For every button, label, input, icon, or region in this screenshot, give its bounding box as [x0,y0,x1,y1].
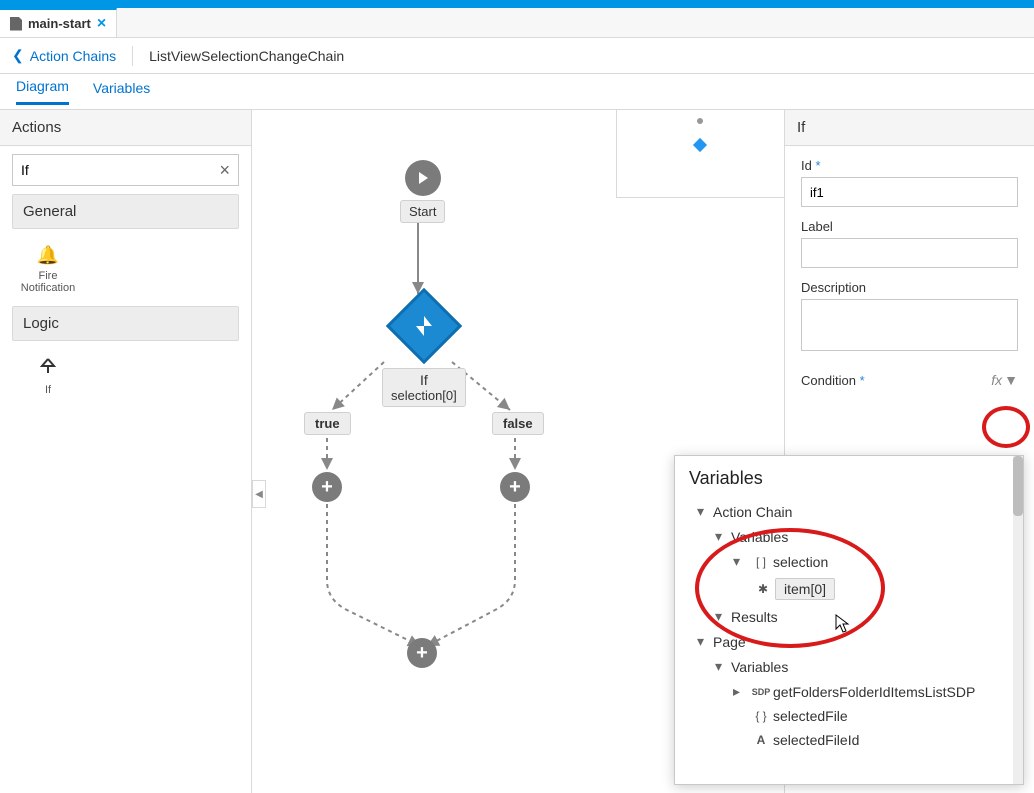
actions-search[interactable]: × [12,154,239,186]
actions-search-input[interactable] [21,162,213,178]
any-icon: ✱ [751,582,775,596]
file-tab-main-start[interactable]: main-start × [0,8,117,37]
scrollbar-track[interactable] [1013,456,1023,784]
tree-variables-ac[interactable]: ▾Variables [683,524,1015,549]
tree-action-chain[interactable]: ▾Action Chain [683,499,1015,524]
fx-icon: fx [991,372,1002,388]
description-input[interactable] [801,299,1018,351]
fx-button[interactable]: fx ▼ [991,372,1018,388]
tree-variables-page[interactable]: ▾Variables [683,654,1015,679]
array-icon: [ ] [749,555,773,569]
properties-header: If [785,110,1034,146]
clear-icon[interactable]: × [219,160,230,181]
action-if[interactable]: If [8,349,88,404]
tree-selected-file-id[interactable]: AselectedFileId [683,728,1015,752]
breadcrumb-separator [132,46,133,66]
file-tab-label: main-start [28,16,91,31]
breadcrumb-back[interactable]: ❮ Action Chains [12,47,116,64]
chevron-down-icon: ▼ [1004,372,1018,388]
start-node[interactable]: Start [400,160,445,223]
add-node-merge[interactable]: + [407,638,437,668]
id-input[interactable] [801,177,1018,207]
breadcrumb-back-label: Action Chains [30,48,116,64]
tab-diagram[interactable]: Diagram [16,78,69,105]
play-icon [405,160,441,196]
tab-variables[interactable]: Variables [93,80,150,104]
file-tab-bar: main-start × [0,8,1034,38]
label-label: Label [801,219,1018,234]
tree-selected-file[interactable]: { }selectedFile [683,704,1015,728]
breadcrumb: ❮ Action Chains ListViewSelectionChangeC… [0,38,1034,74]
if-node-subtitle: selection[0] [391,388,457,403]
start-node-label: Start [400,200,445,223]
add-node-false[interactable]: + [500,472,530,502]
label-input[interactable] [801,238,1018,268]
close-icon[interactable]: × [97,15,106,33]
if-node-title: If [391,372,457,388]
tree-item0[interactable]: ✱item[0] [683,574,1015,604]
tree-results[interactable]: ▾Results [683,604,1015,629]
window-topbar [0,0,1034,8]
file-icon [10,17,22,31]
action-label: Fire Notification [16,270,80,294]
branch-true-label[interactable]: true [304,412,351,435]
condition-label: Condition * [801,373,865,388]
action-fire-notification[interactable]: 🔔 Fire Notification [8,237,88,302]
variables-popup[interactable]: Variables ▾Action Chain ▾Variables ▾[ ]s… [674,455,1024,785]
breadcrumb-current: ListViewSelectionChangeChain [149,48,344,64]
sdp-icon: SDP [749,687,773,697]
bell-icon: 🔔 [37,245,59,266]
string-icon: A [749,733,773,747]
scrollbar-thumb[interactable] [1013,456,1023,516]
object-icon: { } [749,709,773,723]
id-label: Id * [801,158,1018,173]
action-label: If [45,384,51,396]
branch-icon [39,357,57,380]
group-general[interactable]: General [12,194,239,229]
tree-page[interactable]: ▾Page [683,629,1015,654]
sub-tab-bar: Diagram Variables [0,74,1034,110]
if-node[interactable]: If selection[0] [382,290,466,407]
add-node-true[interactable]: + [312,472,342,502]
group-logic[interactable]: Logic [12,306,239,341]
tree-sdp[interactable]: ▸SDPgetFoldersFolderIdItemsListSDP [683,679,1015,704]
branch-false-label[interactable]: false [492,412,544,435]
actions-panel-header: Actions [0,110,251,146]
chevron-left-icon: ❮ [12,47,24,64]
actions-panel: Actions × General 🔔 Fire Notification Lo… [0,110,252,793]
diamond-icon [388,290,460,362]
tree-selection[interactable]: ▾[ ]selection [683,549,1015,574]
variables-popup-title: Variables [683,468,1015,489]
description-label: Description [801,280,1018,295]
